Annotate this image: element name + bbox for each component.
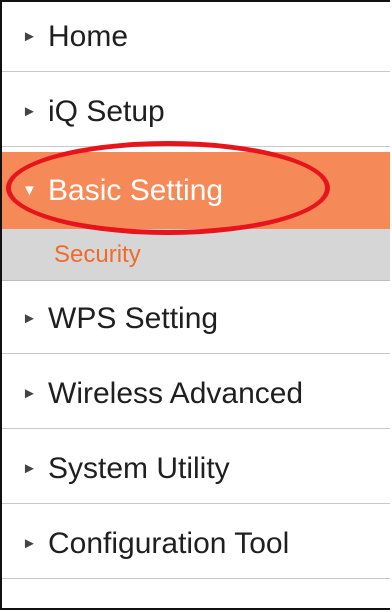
sidebar-menu: ► Home ► iQ Setup ▼ Basic Setting Securi…	[0, 0, 390, 610]
menu-item-label: Home	[48, 19, 129, 53]
triangle-right-icon: ►	[22, 385, 37, 402]
triangle-right-icon: ►	[22, 535, 37, 552]
triangle-right-icon: ►	[22, 28, 37, 45]
menu-item-label: iQ Setup	[48, 94, 165, 128]
triangle-right-icon: ►	[22, 103, 37, 120]
menu-item-wps-setting[interactable]: ► WPS Setting	[2, 284, 390, 354]
menu-item-wireless-advanced[interactable]: ► Wireless Advanced	[2, 359, 390, 429]
submenu-item-security[interactable]: Security	[2, 229, 390, 281]
menu-item-label: WPS Setting	[48, 301, 219, 335]
menu-item-label: Wireless Advanced	[48, 376, 304, 410]
submenu-item-label: Security	[54, 240, 141, 268]
menu-item-iq-setup[interactable]: ► iQ Setup	[2, 77, 390, 147]
menu-item-label: Basic Setting	[48, 173, 224, 207]
triangle-right-icon: ►	[22, 310, 37, 327]
menu-item-basic-setting[interactable]: ▼ Basic Setting	[2, 152, 390, 229]
menu-item-configuration-tool[interactable]: ► Configuration Tool	[2, 509, 390, 579]
triangle-right-icon: ►	[22, 460, 37, 477]
menu-item-system-utility[interactable]: ► System Utility	[2, 434, 390, 504]
menu-item-label: Configuration Tool	[48, 526, 290, 560]
triangle-down-icon: ▼	[22, 182, 37, 199]
menu-item-label: System Utility	[48, 451, 230, 485]
menu-item-home[interactable]: ► Home	[2, 2, 390, 72]
